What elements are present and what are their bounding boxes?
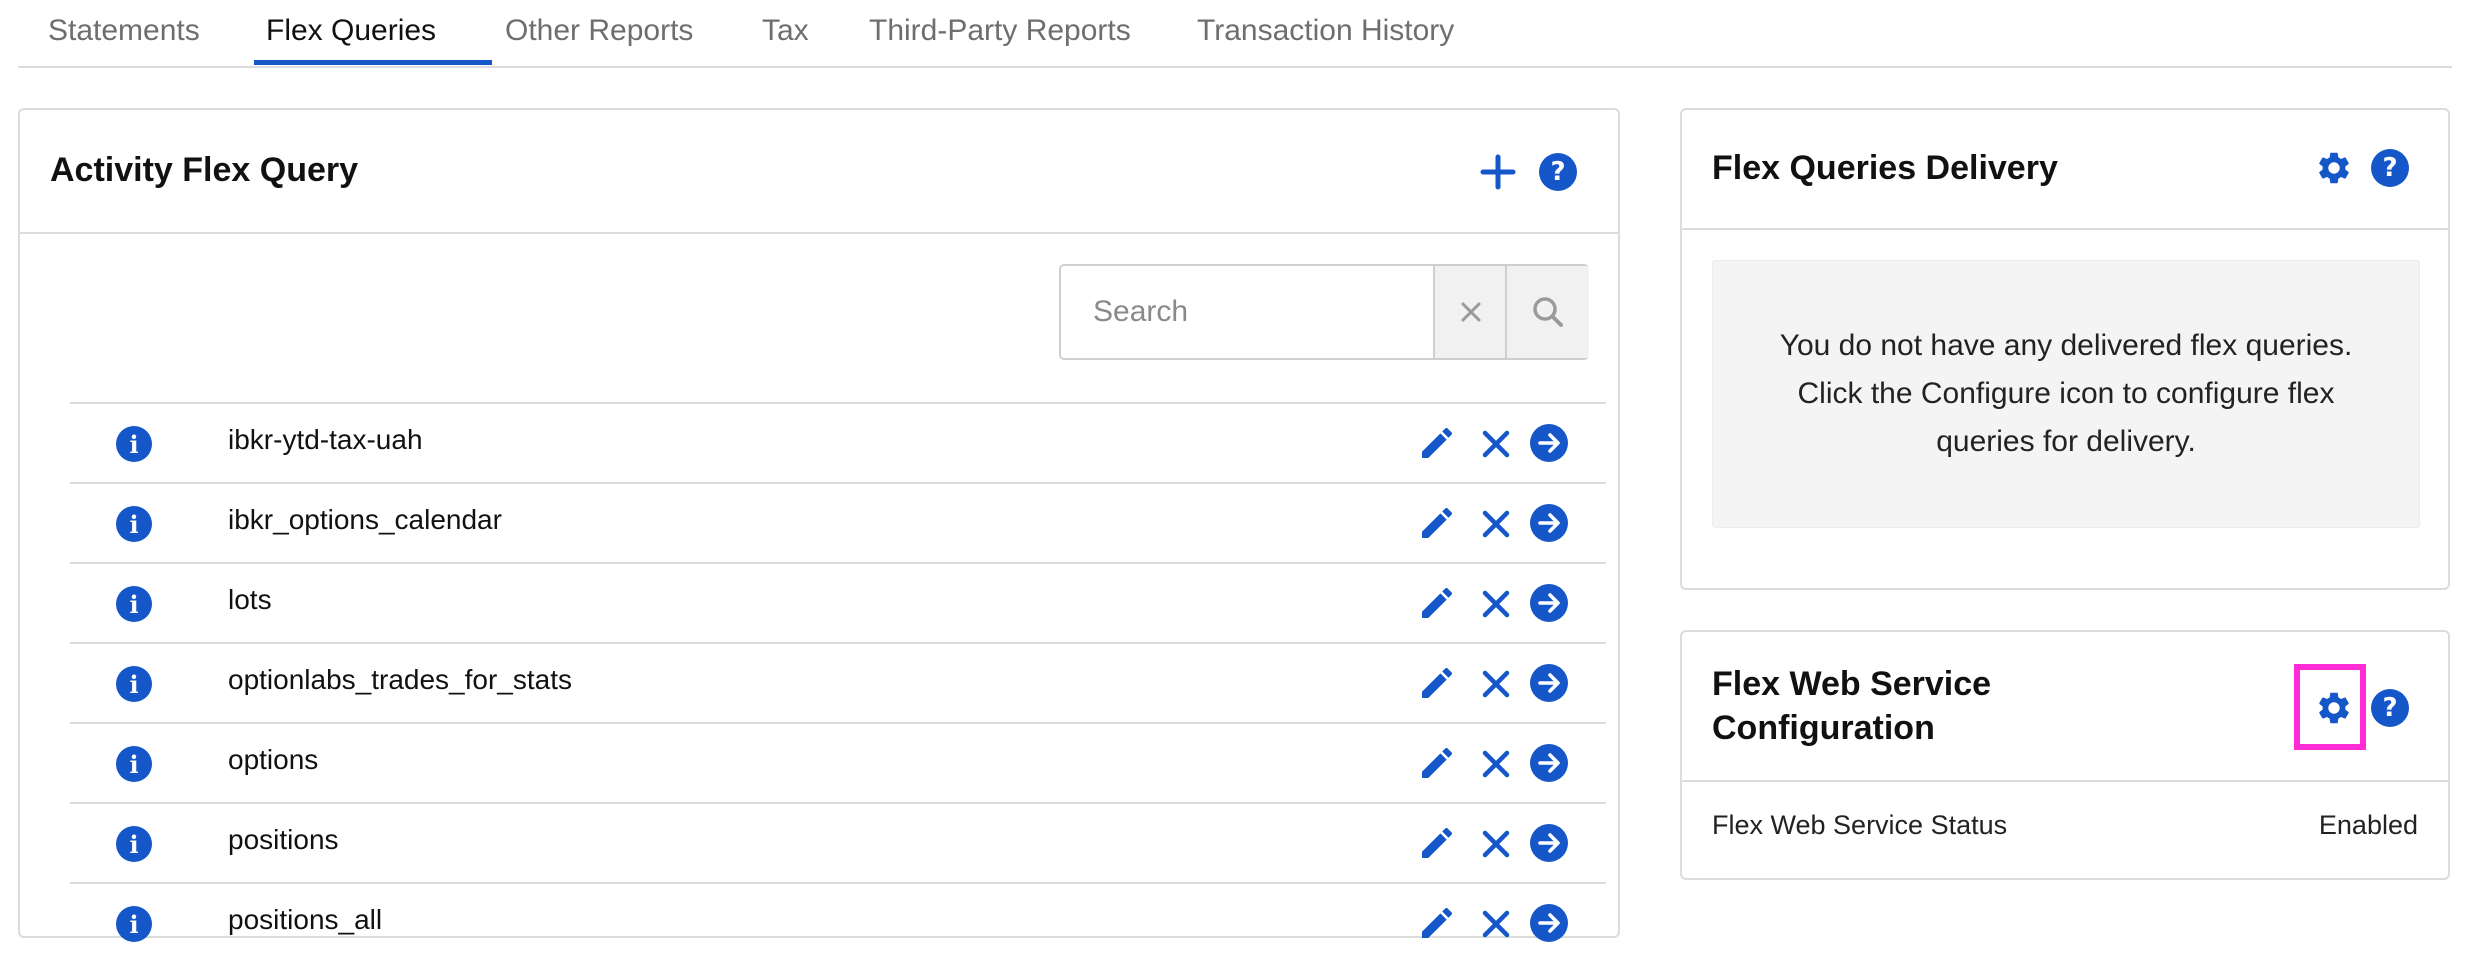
query-row: i ibkr_options_calendar	[70, 482, 1606, 564]
x-icon[interactable]	[1476, 744, 1516, 784]
tab-statements[interactable]: Statements	[48, 14, 200, 48]
search-box	[1059, 264, 1589, 360]
info-icon[interactable]: i	[116, 906, 152, 942]
query-name: positions	[228, 824, 339, 855]
magnifier-icon[interactable]	[1505, 266, 1589, 358]
arrow-right-circle-icon[interactable]	[1530, 744, 1568, 782]
help-icon[interactable]: ?	[1538, 152, 1578, 192]
web-service-status-value: Enabled	[2318, 810, 2418, 840]
x-icon[interactable]	[1476, 424, 1516, 464]
query-row: i ibkr-ytd-tax-uah	[70, 402, 1606, 484]
x-icon[interactable]	[1476, 584, 1516, 624]
gear-icon[interactable]	[2312, 146, 2356, 190]
web-service-panel-title: Flex Web Service Configuration	[1712, 665, 1992, 747]
tab-tax[interactable]: Tax	[762, 14, 809, 48]
tab-third-party-reports[interactable]: Third-Party Reports	[869, 14, 1131, 48]
arrow-right-circle-icon[interactable]	[1530, 904, 1568, 942]
arrow-right-circle-icon[interactable]	[1530, 424, 1568, 462]
help-glyph: ?	[1539, 153, 1577, 191]
query-name: lots	[228, 584, 272, 615]
gear-icon[interactable]	[2312, 686, 2356, 730]
help-icon[interactable]: ?	[2370, 688, 2410, 728]
arrow-right-circle-icon[interactable]	[1530, 664, 1568, 702]
tab-other-reports[interactable]: Other Reports	[505, 14, 693, 48]
activity-panel-title: Activity Flex Query	[50, 151, 359, 189]
x-icon[interactable]	[1433, 266, 1507, 358]
info-icon[interactable]: i	[116, 506, 152, 542]
report-tabs: Statements Flex Queries Other Reports Ta…	[18, 0, 2452, 68]
activity-flex-query-panel: Activity Flex Query ? iibkr-ytd-tax-uahi…	[18, 108, 1620, 942]
x-icon[interactable]	[1476, 904, 1516, 944]
delivery-message-text: You do not have any delivered flex queri…	[1779, 329, 2353, 458]
delivery-panel-header: Flex Queries Delivery ?	[1682, 110, 2448, 230]
pencil-icon[interactable]	[1416, 822, 1458, 864]
active-tab-indicator	[254, 60, 492, 65]
x-icon[interactable]	[1476, 504, 1516, 544]
help-glyph: ?	[2371, 689, 2409, 727]
arrow-right-circle-icon[interactable]	[1530, 584, 1568, 622]
pencil-icon[interactable]	[1416, 422, 1458, 464]
info-icon[interactable]: i	[116, 746, 152, 782]
pencil-icon[interactable]	[1416, 582, 1458, 624]
query-name: options	[228, 744, 319, 775]
pencil-icon[interactable]	[1416, 502, 1458, 544]
query-name: ibkr-ytd-tax-uah	[228, 424, 423, 455]
query-name: optionlabs_trades_for_stats	[228, 664, 572, 695]
info-icon[interactable]: i	[116, 586, 152, 622]
arrow-right-circle-icon[interactable]	[1530, 504, 1568, 542]
query-row: i positions_all	[70, 882, 1606, 964]
info-icon[interactable]: i	[116, 826, 152, 862]
tab-flex-queries[interactable]: Flex Queries	[266, 14, 436, 48]
web-service-panel-header: Flex Web Service Configuration ?	[1682, 632, 2448, 782]
query-row: i options	[70, 722, 1606, 804]
pencil-icon[interactable]	[1416, 902, 1458, 944]
flex-queries-delivery-panel: Flex Queries Delivery ? You do not have …	[1680, 108, 2450, 590]
web-service-status-label: Flex Web Service Status	[1712, 810, 2008, 840]
info-icon[interactable]: i	[116, 426, 152, 462]
activity-panel-header: Activity Flex Query ?	[20, 110, 1618, 234]
help-icon[interactable]: ?	[2370, 148, 2410, 188]
query-row: i lots	[70, 562, 1606, 644]
arrow-right-circle-icon[interactable]	[1530, 824, 1568, 862]
help-glyph: ?	[2371, 149, 2409, 187]
pencil-icon[interactable]	[1416, 662, 1458, 704]
info-icon[interactable]: i	[116, 666, 152, 702]
search-input[interactable]	[1061, 266, 1433, 358]
query-row: i optionlabs_trades_for_stats	[70, 642, 1606, 724]
plus-icon[interactable]	[1476, 150, 1520, 194]
tab-transaction-history[interactable]: Transaction History	[1197, 14, 1454, 48]
delivery-empty-message: You do not have any delivered flex queri…	[1712, 260, 2420, 528]
query-row: i positions	[70, 802, 1606, 884]
query-name: positions_all	[228, 904, 383, 935]
pencil-icon[interactable]	[1416, 742, 1458, 784]
x-icon[interactable]	[1476, 824, 1516, 864]
flex-web-service-panel: Flex Web Service Configuration ? Flex We…	[1680, 630, 2450, 880]
delivery-panel-title: Flex Queries Delivery	[1712, 149, 2058, 187]
x-icon[interactable]	[1476, 664, 1516, 704]
query-name: ibkr_options_calendar	[228, 504, 502, 535]
